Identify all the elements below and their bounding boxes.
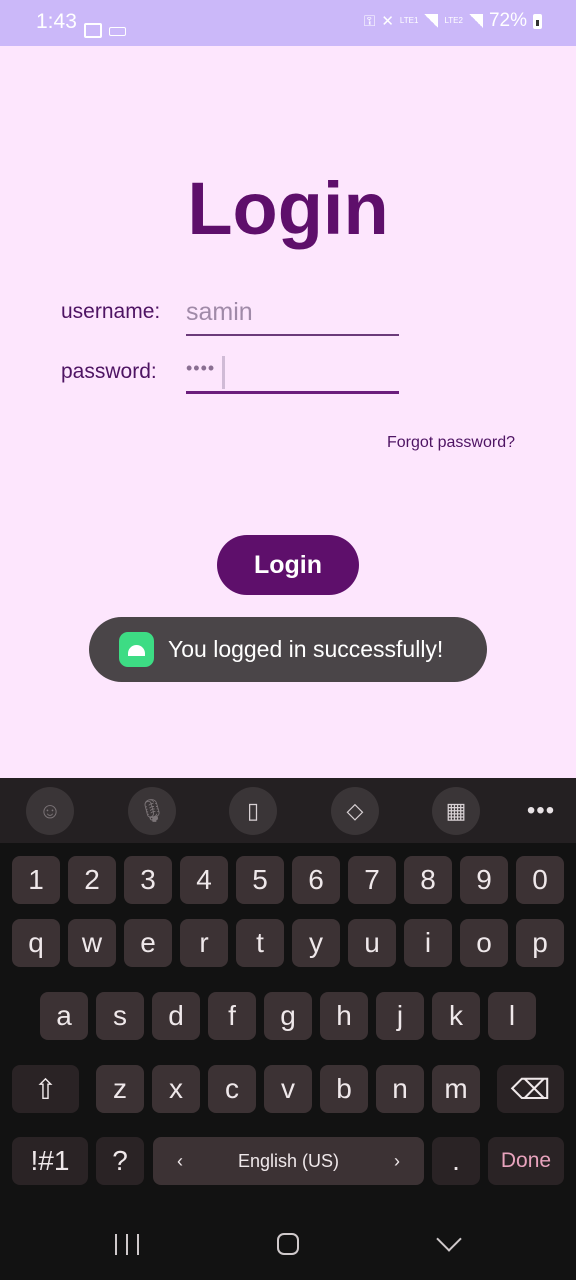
key-c[interactable]: c bbox=[208, 1065, 256, 1113]
battery-icon bbox=[533, 13, 542, 29]
key-2[interactable]: 2 bbox=[68, 856, 116, 904]
shift-key[interactable]: ⇧ bbox=[12, 1065, 79, 1113]
username-label: username: bbox=[61, 300, 161, 323]
password-input[interactable]: •••• bbox=[186, 354, 399, 394]
key-n[interactable]: n bbox=[376, 1065, 424, 1113]
signal-icon bbox=[468, 14, 483, 28]
backspace-icon: ⌫ bbox=[510, 1073, 551, 1105]
key-5[interactable]: 5 bbox=[236, 856, 284, 904]
key-j[interactable]: j bbox=[376, 992, 424, 1040]
sim1-label: LTE1 bbox=[399, 16, 419, 25]
key-1[interactable]: 1 bbox=[12, 856, 60, 904]
sim2-label: LTE2 bbox=[444, 16, 463, 25]
key-w[interactable]: w bbox=[68, 919, 116, 967]
login-button[interactable]: Login bbox=[217, 535, 359, 595]
key-6[interactable]: 6 bbox=[292, 856, 340, 904]
back-icon[interactable] bbox=[436, 1226, 462, 1252]
text-cursor bbox=[222, 356, 225, 389]
emoji-icon[interactable]: ☺ bbox=[26, 787, 74, 835]
key-l[interactable]: l bbox=[488, 992, 536, 1040]
lock-icon: ⚿ bbox=[363, 12, 376, 30]
key-p[interactable]: p bbox=[516, 919, 564, 967]
key-i[interactable]: i bbox=[404, 919, 452, 967]
key-q[interactable]: q bbox=[12, 919, 60, 967]
done-label: Done bbox=[500, 1149, 552, 1172]
page-title: Login bbox=[187, 167, 389, 250]
key-r[interactable]: r bbox=[180, 919, 228, 967]
home-icon[interactable] bbox=[277, 1233, 299, 1255]
username-input[interactable]: samin bbox=[186, 296, 399, 336]
numpad-icon[interactable]: ▦ bbox=[432, 787, 480, 835]
key-u[interactable]: u bbox=[348, 919, 396, 967]
toast-message: You logged in successfully! bbox=[89, 617, 487, 682]
key-o[interactable]: o bbox=[460, 919, 508, 967]
image-icon bbox=[84, 23, 102, 38]
key-d[interactable]: d bbox=[152, 992, 200, 1040]
key-v[interactable]: v bbox=[264, 1065, 312, 1113]
key-e[interactable]: e bbox=[124, 919, 172, 967]
mic-icon[interactable]: 🎙 bbox=[128, 787, 176, 835]
forgot-password-link[interactable]: Forgot password? bbox=[387, 434, 515, 452]
toast-text: You logged in successfully! bbox=[168, 636, 444, 662]
key-m[interactable]: m bbox=[432, 1065, 480, 1113]
key-9[interactable]: 9 bbox=[460, 856, 508, 904]
key-z[interactable]: z bbox=[96, 1065, 144, 1113]
space-key[interactable]: ‹ English (US) › bbox=[153, 1137, 424, 1185]
backspace-key[interactable]: ⌫ bbox=[497, 1065, 564, 1113]
keyboard-toolbar: ☺ 🎙 ▯ ◇ ▦ ••• bbox=[0, 778, 576, 843]
key-h[interactable]: h bbox=[320, 992, 368, 1040]
key-7[interactable]: 7 bbox=[348, 856, 396, 904]
language-right-arrow: › bbox=[394, 1150, 400, 1171]
key-y[interactable]: y bbox=[292, 919, 340, 967]
key-x[interactable]: x bbox=[152, 1065, 200, 1113]
shift-icon: ⇧ bbox=[33, 1073, 58, 1105]
battery-percent: 72% bbox=[488, 10, 527, 31]
status-time: 1:43 bbox=[36, 10, 77, 33]
key-b[interactable]: b bbox=[320, 1065, 368, 1113]
android-icon bbox=[119, 632, 154, 667]
signal-icon bbox=[424, 14, 439, 28]
key-8[interactable]: 8 bbox=[404, 856, 452, 904]
password-label: password: bbox=[61, 360, 157, 383]
key-s[interactable]: s bbox=[96, 992, 144, 1040]
password-value: •••• bbox=[186, 358, 216, 378]
keyboard-icon bbox=[109, 27, 126, 36]
key-t[interactable]: t bbox=[236, 919, 284, 967]
key-3[interactable]: 3 bbox=[124, 856, 172, 904]
language-left-arrow: ‹ bbox=[177, 1150, 183, 1171]
recents-icon[interactable] bbox=[115, 1234, 139, 1255]
clipboard-icon[interactable]: ▯ bbox=[229, 787, 277, 835]
key-g[interactable]: g bbox=[264, 992, 312, 1040]
symbols-key[interactable]: !#1 bbox=[12, 1137, 88, 1185]
status-indicators: ⚿ ✕ LTE1 LTE2 72% bbox=[364, 10, 542, 32]
more-icon[interactable]: ••• bbox=[517, 787, 565, 835]
question-key[interactable]: ? bbox=[96, 1137, 144, 1185]
navigation-bar bbox=[0, 1198, 576, 1280]
cursor-move-icon[interactable]: ◇ bbox=[331, 787, 379, 835]
status-bar: 1:43 ⚿ ✕ LTE1 LTE2 72% bbox=[0, 0, 576, 46]
key-f[interactable]: f bbox=[208, 992, 256, 1040]
done-key[interactable]: Done bbox=[488, 1137, 564, 1185]
soft-keyboard: ☺ 🎙 ▯ ◇ ▦ ••• 1 2 3 4 5 6 7 8 9 0 q w e … bbox=[0, 778, 576, 1198]
space-label: English (US) bbox=[237, 1150, 340, 1171]
key-0[interactable]: 0 bbox=[516, 856, 564, 904]
mute-icon: ✕ bbox=[381, 13, 394, 30]
key-k[interactable]: k bbox=[432, 992, 480, 1040]
username-placeholder: samin bbox=[186, 298, 253, 326]
period-key[interactable]: . bbox=[432, 1137, 480, 1185]
key-a[interactable]: a bbox=[40, 992, 88, 1040]
key-4[interactable]: 4 bbox=[180, 856, 228, 904]
